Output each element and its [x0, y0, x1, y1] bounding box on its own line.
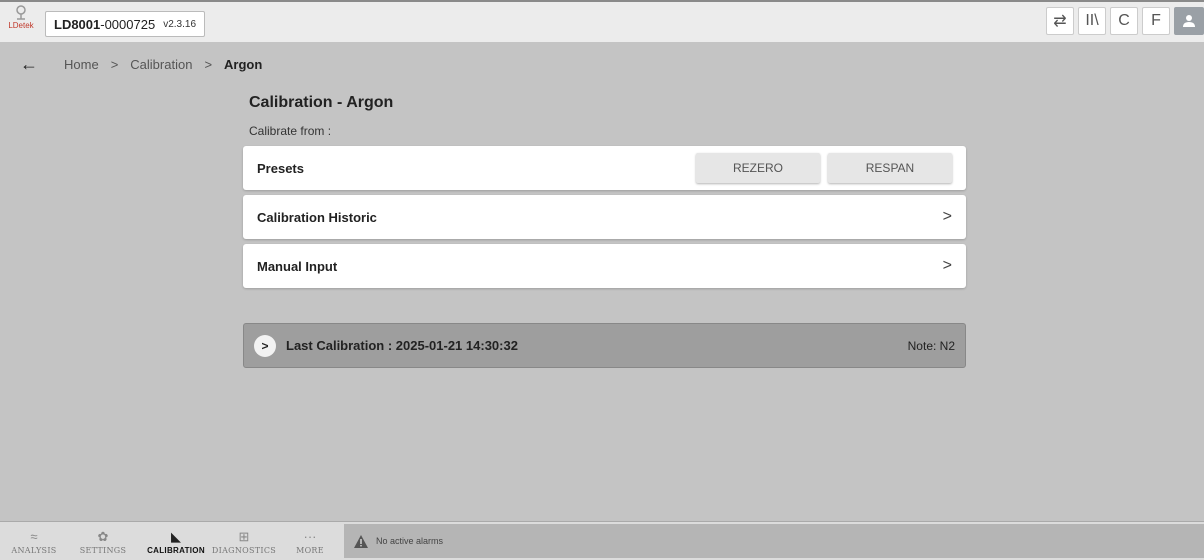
device-id: LD8001-0000725 — [54, 17, 155, 32]
breadcrumb-separator: > — [110, 56, 119, 72]
nav-label: SETTINGS — [79, 545, 127, 555]
calibration-historic-item[interactable]: Calibration Historic > — [243, 195, 966, 239]
nav-label: CALIBRATION — [147, 545, 205, 555]
last-calibration-text: Last Calibration : 2025-01-21 14:30:32 — [286, 338, 518, 353]
nav-more[interactable]: ··· MORE — [286, 522, 334, 560]
expand-button[interactable]: > — [254, 334, 276, 357]
set-square-icon: ◣ — [171, 528, 181, 544]
logo-text: LDetek — [8, 21, 34, 30]
last-calibration-panel: > Last Calibration : 2025-01-21 14:30:32… — [243, 323, 966, 368]
back-arrow-icon[interactable]: ← — [20, 54, 38, 75]
breadcrumb-calibration[interactable]: Calibration — [130, 57, 192, 72]
user-silhouette-icon — [1183, 15, 1195, 27]
manual-input-item[interactable]: Manual Input > — [243, 244, 966, 288]
plus-box-icon: ⊞ — [238, 528, 250, 544]
page-subtitle: Calibrate from : — [249, 124, 332, 138]
nav-diagnostics[interactable]: ⊞ DIAGNOSTICS — [212, 522, 276, 560]
presets-label: Presets — [257, 160, 304, 176]
celsius-icon[interactable]: C — [1110, 7, 1138, 35]
breadcrumb-home[interactable]: Home — [64, 57, 99, 72]
alarm-bar[interactable]: No active alarms — [344, 524, 1204, 558]
respan-button[interactable]: RESPAN — [828, 153, 952, 183]
presets-card: Presets REZERO RESPAN — [243, 146, 966, 190]
manual-input-label: Manual Input — [257, 258, 338, 274]
top-actions: ⇄ II\ C F — [1046, 7, 1204, 35]
more-icon: ··· — [303, 528, 317, 544]
last-calibration-note: Note: N2 — [907, 338, 955, 353]
user-icon[interactable] — [1174, 7, 1204, 35]
device-id-model: LD8001 — [54, 16, 101, 32]
logo-mark-icon — [16, 5, 26, 20]
breadcrumb-separator: > — [204, 56, 213, 72]
nav-label: ANALYSIS — [11, 545, 57, 555]
version-label: v2.3.16 — [163, 18, 197, 30]
bottom-bar: ≈ ANALYSIS ✿ SETTINGS ◣ CALIBRATION ⊞ DI… — [0, 521, 1204, 560]
nav-label: DIAGNOSTICS — [211, 545, 277, 555]
calibration-historic-label: Calibration Historic — [257, 209, 377, 225]
nav-calibration[interactable]: ◣ CALIBRATION — [142, 522, 210, 560]
page-title: Calibration - Argon — [249, 94, 394, 111]
top-bar: LDetek LD8001-0000725 v2.3.16 ⇄ II\ C F — [0, 0, 1204, 42]
chart-icon: ≈ — [30, 528, 38, 544]
warning-icon — [354, 534, 368, 548]
logo: LDetek — [5, 5, 37, 39]
alarm-text: No active alarms — [376, 536, 444, 546]
nav-settings[interactable]: ✿ SETTINGS — [72, 522, 134, 560]
device-id-serial: -0000725 — [100, 16, 156, 32]
chevron-right-icon: > — [942, 208, 952, 225]
breadcrumb: ← Home > Calibration > Argon — [20, 54, 262, 74]
gear-icon: ✿ — [97, 528, 109, 544]
library-icon[interactable]: II\ — [1078, 7, 1106, 35]
nav-analysis[interactable]: ≈ ANALYSIS — [2, 522, 66, 560]
device-selector[interactable]: LD8001-0000725 v2.3.16 — [45, 11, 206, 37]
rezero-button[interactable]: REZERO — [696, 153, 820, 183]
fahrenheit-icon[interactable]: F — [1142, 7, 1170, 35]
swap-arrows-icon[interactable]: ⇄ — [1046, 7, 1074, 35]
nav-label: MORE — [296, 545, 324, 555]
chevron-right-icon: > — [942, 257, 952, 274]
breadcrumb-current: Argon — [224, 56, 263, 72]
